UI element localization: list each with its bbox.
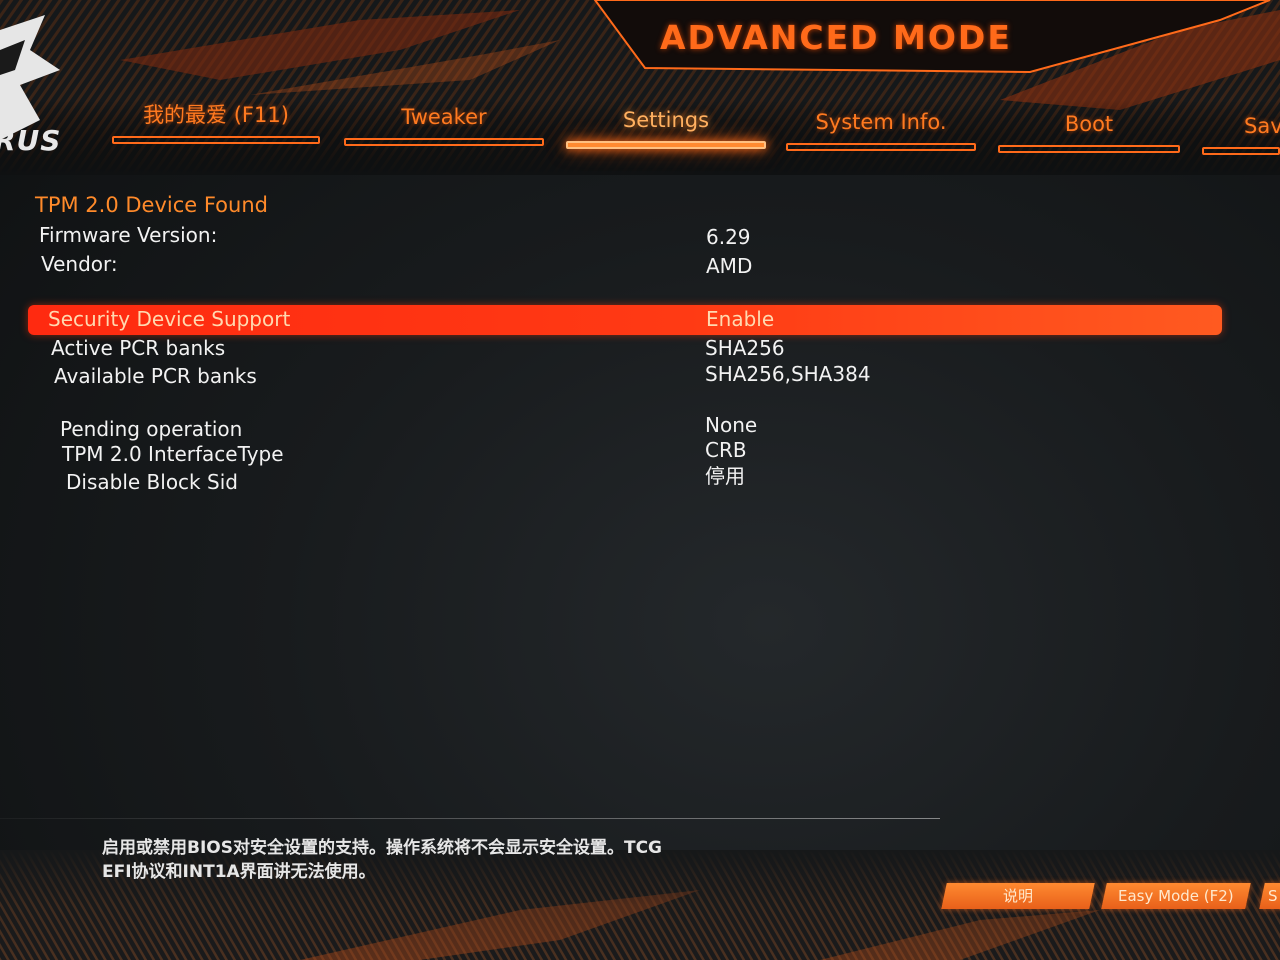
active-pcr-banks-row[interactable]: Active PCR banks SHA256 [0,336,1280,364]
help-line-1: 启用或禁用BIOS对安全设置的支持。操作系统将不会显示安全设置。TCG [102,838,663,858]
tab-underline [998,145,1180,153]
tpm-found-heading: TPM 2.0 Device Found [35,193,268,217]
vendor-label: Vendor: [41,252,118,276]
tab-label: Save [1244,114,1280,138]
pending-operation-value[interactable]: None [705,413,757,437]
vendor-row: Vendor: AMD [0,252,1280,280]
disable-block-sid-row[interactable]: Disable Block Sid 停用 [0,464,1280,494]
tab-settings[interactable]: Settings [566,103,766,153]
tab-underline [112,136,320,144]
tab-underline [566,141,766,149]
tab-label: Boot [1064,112,1114,136]
tpm-interface-type-label: TPM 2.0 InterfaceType [62,442,284,466]
tab-save[interactable]: Save [1202,109,1280,159]
security-device-support-row[interactable]: Security Device Support Enable [28,305,1222,335]
help-divider [0,818,940,819]
mode-title: ADVANCED MODE [660,18,1012,57]
tpm-interface-type-value: CRB [705,438,747,462]
help-button[interactable]: 说明 [941,883,1095,909]
cut-off-footer-button-label: S [1268,887,1278,905]
disable-block-sid-label: Disable Block Sid [66,470,238,494]
firmware-version-value: 6.29 [706,225,751,249]
disable-block-sid-value[interactable]: 停用 [705,460,745,489]
logo-text: RUS [0,124,62,157]
help-description: 启用或禁用BIOS对安全设置的支持。操作系统将不会显示安全设置。TCG EFI协… [102,836,802,884]
vendor-value: AMD [706,254,753,278]
available-pcr-banks-row: Available PCR banks SHA256,SHA384 [0,362,1280,390]
help-button-label: 说明 [1002,887,1033,905]
tab-boot[interactable]: Boot [998,107,1180,157]
tab-label: Settings [622,108,710,132]
tab-tweaker[interactable]: Tweaker [344,100,544,150]
active-pcr-banks-label: Active PCR banks [51,336,226,360]
tab-label: Tweaker [401,105,487,129]
easy-mode-button-label: Easy Mode (F2) [1118,887,1234,905]
active-pcr-banks-value[interactable]: SHA256 [705,336,785,360]
tab-label: 我的最爱 (F11) [143,103,289,127]
tab-system-info[interactable]: System Info. [786,105,976,155]
tab-underline [344,138,544,146]
help-line-2: EFI协议和INT1A界面讲无法使用。 [102,862,376,882]
available-pcr-banks-value: SHA256,SHA384 [705,362,871,386]
firmware-version-row: Firmware Version: 6.29 [0,223,1280,251]
firmware-version-label: Firmware Version: [39,223,218,247]
cut-off-footer-button[interactable]: S [1259,883,1280,909]
pending-operation-label: Pending operation [60,417,243,441]
tab-underline [786,143,976,151]
security-device-support-value[interactable]: Enable [706,307,774,331]
tab-underline [1202,147,1280,155]
bios-screen: ADVANCED MODE RUS 我的最爱 (F11) Tweaker Set… [0,0,1280,960]
tab-label: System Info. [815,110,947,134]
tab-favorites[interactable]: 我的最爱 (F11) [112,98,320,148]
easy-mode-button[interactable]: Easy Mode (F2) [1101,883,1251,909]
tpm-interface-type-row: TPM 2.0 InterfaceType CRB [0,438,1280,466]
pending-operation-row[interactable]: Pending operation None [0,413,1280,441]
available-pcr-banks-label: Available PCR banks [54,364,257,388]
security-device-support-label: Security Device Support [48,307,291,331]
